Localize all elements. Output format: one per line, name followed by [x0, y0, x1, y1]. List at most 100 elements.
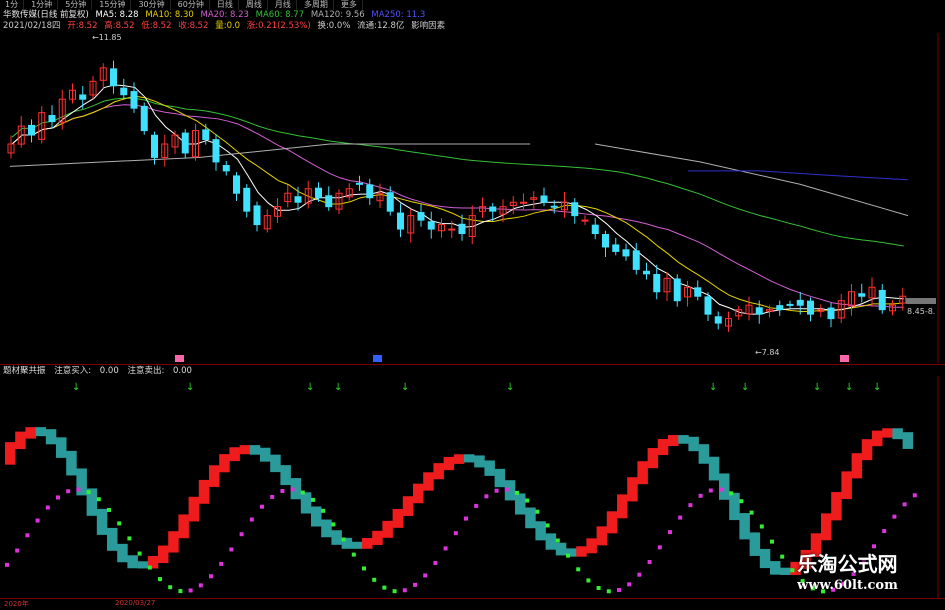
signal-bar	[443, 456, 455, 471]
signal-bar	[719, 473, 730, 500]
sell-value: 0.00	[173, 366, 192, 376]
quote-factors[interactable]: 影响因素	[411, 21, 445, 31]
signal-bar	[260, 447, 271, 462]
signal-dot	[209, 574, 213, 579]
signal-bar	[586, 538, 597, 554]
signal-bar	[15, 431, 26, 450]
signal-bar	[872, 430, 883, 447]
ma120-line-left	[9, 143, 530, 167]
quote-float: 流通:12.8亿	[357, 21, 405, 31]
signal-dot	[5, 562, 9, 567]
candle-body	[120, 87, 128, 96]
signal-dot	[637, 572, 642, 577]
price-chart[interactable]: ←11.85 ←7.84 8.45-8.	[0, 33, 945, 363]
signal-dot	[902, 502, 907, 507]
signal-dot	[402, 588, 407, 593]
period-tab-1[interactable]: 1分钟	[26, 0, 59, 10]
signal-bar	[821, 513, 832, 541]
period-tab-5[interactable]: 60分钟	[173, 0, 210, 10]
period-tab-2[interactable]: 5分钟	[60, 0, 93, 10]
sell-label: 注意卖出:	[127, 366, 165, 376]
candle-body	[325, 195, 333, 208]
candle-body	[397, 212, 404, 230]
signal-bar	[382, 520, 393, 538]
signal-dot	[739, 499, 744, 504]
stock-title[interactable]: 华数传媒(日线 前复权)	[3, 10, 89, 20]
candle-body	[233, 175, 240, 194]
candle-body	[294, 196, 302, 203]
signal-bar	[576, 546, 587, 557]
candle-body	[489, 206, 497, 212]
signal-dot	[464, 516, 468, 521]
ma60-value: MA60: 8.77	[255, 10, 305, 20]
signal-dot	[35, 518, 40, 523]
indicator-header: 题材聚共振 注意买入: 0.00 注意卖出: 0.00	[3, 366, 198, 376]
signal-bar	[657, 438, 669, 456]
signal-dot	[617, 588, 621, 593]
signal-dot	[912, 493, 917, 498]
signal-bar	[127, 555, 138, 569]
signal-dot	[433, 560, 438, 565]
signal-dot	[188, 588, 193, 593]
candle-body	[110, 68, 117, 87]
signal-dot	[158, 577, 162, 582]
candle-body	[253, 205, 261, 226]
quote-turnover: 换:0.0%	[317, 21, 351, 31]
signal-dot	[515, 490, 519, 495]
signal-dot	[280, 488, 285, 493]
signal-bar	[708, 456, 720, 481]
signal-bar	[627, 477, 638, 502]
buy-arrow-icon: ↓	[72, 382, 80, 393]
candle-body	[786, 303, 794, 306]
ma250-line	[688, 170, 909, 181]
signal-dot	[657, 545, 662, 550]
signal-bar	[96, 508, 108, 535]
candle-body	[130, 91, 138, 109]
period-tab-3[interactable]: 15分钟	[94, 0, 132, 10]
price-info-row: 华数传媒(日线 前复权) MA5: 8.28 MA10: 8.30 MA20: …	[3, 10, 429, 21]
signal-bar	[902, 432, 914, 449]
signal-bar	[372, 530, 383, 546]
signal-bar	[535, 521, 546, 541]
signal-bar	[249, 445, 261, 455]
signal-dot	[576, 567, 581, 572]
indicator-name[interactable]: 题材聚共振	[3, 366, 46, 376]
signal-dot	[606, 589, 611, 594]
quote-open: 开:8.52	[67, 21, 98, 31]
candle-body	[827, 307, 835, 320]
period-tab-6[interactable]: 日线	[212, 0, 239, 10]
period-tab-10[interactable]: 更多	[336, 0, 363, 10]
quote-info-row: 2021/02/18四 开:8.52 高:8.52 低:8.52 收:8.52 …	[3, 21, 449, 32]
period-tab-9[interactable]: 多周期	[299, 0, 334, 10]
signal-bar	[851, 453, 863, 479]
period-tab-8[interactable]: 月线	[270, 0, 297, 10]
signal-bar	[56, 437, 67, 458]
ma20-value: MA20: 8.23	[200, 10, 249, 20]
signal-bar	[137, 561, 149, 569]
signal-dot	[586, 578, 591, 583]
buy-arrow-icon: ↓	[813, 382, 821, 393]
ma120-line-right	[594, 143, 909, 217]
candle-body	[622, 249, 630, 257]
signal-dot	[168, 585, 173, 590]
ma20-line	[11, 104, 904, 308]
signal-dot	[423, 573, 428, 578]
signal-bar	[688, 436, 699, 452]
buy-arrow-icon: ↓	[873, 382, 881, 393]
period-tab-0[interactable]: 1分	[0, 0, 25, 10]
ma120-value: MA120: 9.56	[310, 10, 365, 20]
ma250-value: MA250: 11.3	[371, 10, 426, 20]
candle-body	[151, 134, 158, 158]
signal-dot	[566, 553, 570, 558]
signal-dot	[535, 509, 540, 514]
period-tab-7[interactable]: 周线	[241, 0, 268, 10]
signal-dot	[545, 523, 550, 528]
candle-body	[714, 316, 722, 324]
signal-bar	[464, 454, 475, 463]
period-tab-4[interactable]: 30分钟	[133, 0, 171, 10]
signal-bar	[484, 460, 495, 476]
signal-bar	[423, 472, 434, 491]
candle-body	[315, 187, 322, 199]
quote-change: 涨:0.21(2.53%)	[246, 21, 311, 31]
signal-dot	[15, 548, 20, 553]
